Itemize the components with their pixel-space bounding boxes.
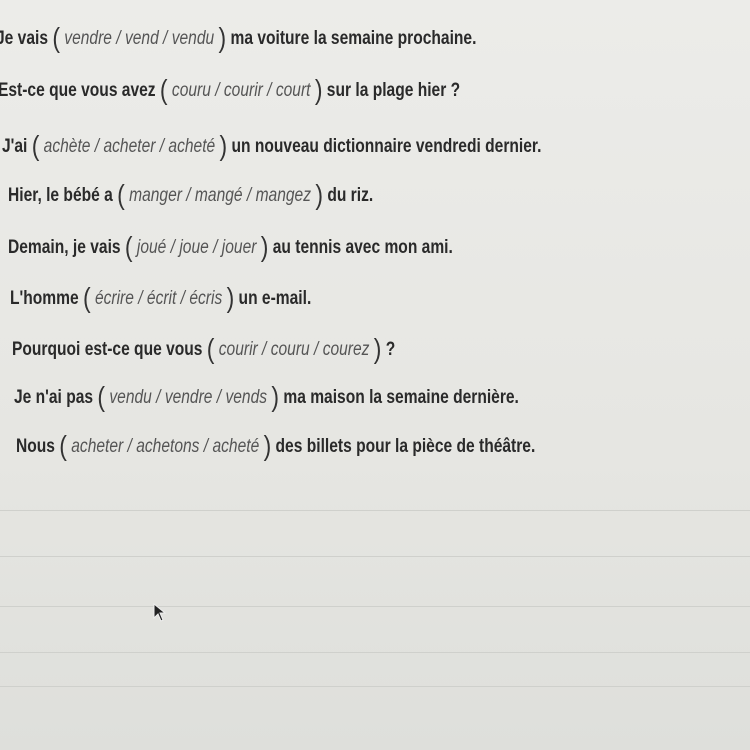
verb-option: jouer <box>221 237 257 258</box>
open-paren: ( <box>206 333 215 364</box>
sentence-9: Nous ( acheter / achetons / acheté ) des… <box>16 432 536 460</box>
verb-option: court <box>275 80 311 101</box>
open-paren: ( <box>82 282 91 313</box>
verb-option: mangez <box>255 185 312 206</box>
verb-option: achetons <box>136 436 200 457</box>
open-paren: ( <box>159 74 168 105</box>
sentence-1: Je vais ( vendre / vend / vendu ) ma voi… <box>0 24 477 52</box>
option-separator: / <box>199 436 213 457</box>
close-paren: ) <box>226 282 235 313</box>
sentence-prefix: Pourquoi est-ce que vous <box>12 339 203 360</box>
sentence-prefix: Est-ce que vous avez <box>0 80 156 101</box>
sentence-suffix: ? <box>385 339 396 360</box>
sentence-suffix: sur la plage hier ? <box>326 80 461 101</box>
sentence-8: Je n'ai pas ( vendu / vendre / vends ) m… <box>14 383 519 411</box>
verb-option: vendu <box>171 28 215 49</box>
sentence-prefix: Hier, le bébé a <box>8 185 113 206</box>
open-paren: ( <box>31 130 40 161</box>
verb-option: vendre <box>64 28 112 49</box>
option-separator: / <box>158 28 172 49</box>
sentence-suffix: des billets pour la pièce de théâtre. <box>275 436 536 457</box>
verb-option: vend <box>124 28 159 49</box>
option-separator: / <box>155 136 169 157</box>
option-separator: / <box>176 288 190 309</box>
sentence-2: Est-ce que vous avez ( couru / courir / … <box>0 76 461 104</box>
option-separator: / <box>166 237 180 258</box>
option-separator: / <box>212 387 226 408</box>
divider <box>0 606 750 607</box>
verb-option: courez <box>322 339 370 360</box>
open-paren: ( <box>52 22 60 53</box>
verb-option: courir <box>223 80 263 101</box>
verb-option: courir <box>218 339 258 360</box>
close-paren: ) <box>373 333 382 364</box>
sentence-4: Hier, le bébé a ( manger / mangé / mange… <box>8 181 374 209</box>
verb-option: vends <box>225 387 268 408</box>
open-paren: ( <box>124 231 133 262</box>
verb-option: acheter <box>71 436 124 457</box>
sentence-prefix: Je n'ai pas <box>14 387 94 408</box>
option-separator: / <box>111 28 125 49</box>
verb-option: vendu <box>109 387 152 408</box>
divider <box>0 686 750 687</box>
verb-option: acheté <box>168 136 216 157</box>
divider <box>0 510 750 511</box>
sentence-3: J'ai ( achète / acheter / acheté ) un no… <box>2 132 542 160</box>
sentence-prefix: Je vais <box>0 28 48 49</box>
close-paren: ) <box>219 130 228 161</box>
sentence-suffix: un nouveau dictionnaire vendredi dernier… <box>231 136 542 157</box>
verb-option: écrit <box>146 288 177 309</box>
close-paren: ) <box>271 381 280 412</box>
verb-option: écrire <box>94 288 134 309</box>
verb-option: acheter <box>103 136 156 157</box>
verb-option: joué <box>136 237 167 258</box>
close-paren: ) <box>315 179 323 210</box>
open-paren: ( <box>97 381 106 412</box>
option-separator: / <box>242 185 256 206</box>
sentence-prefix: Nous <box>16 436 55 457</box>
verb-option: couru <box>171 80 211 101</box>
open-paren: ( <box>117 179 125 210</box>
option-separator: / <box>181 185 195 206</box>
verb-option: joue <box>179 237 209 258</box>
divider <box>0 556 750 557</box>
open-paren: ( <box>59 430 67 461</box>
close-paren: ) <box>260 231 269 262</box>
sentence-6: L'homme ( écrire / écrit / écris ) un e-… <box>10 284 312 312</box>
sentence-suffix: ma maison la semaine dernière. <box>283 387 519 408</box>
option-separator: / <box>123 436 137 457</box>
verb-option: mangé <box>194 185 243 206</box>
sentence-prefix: L'homme <box>10 288 79 309</box>
option-separator: / <box>133 288 147 309</box>
sentence-suffix: un e-mail. <box>238 288 312 309</box>
verb-option: écris <box>189 288 223 309</box>
sentence-suffix: du riz. <box>327 185 374 206</box>
verb-option: couru <box>270 339 310 360</box>
option-separator: / <box>262 80 276 101</box>
sentence-5: Demain, je vais ( joué / joue / jouer ) … <box>8 233 453 261</box>
sentence-prefix: Demain, je vais <box>8 237 121 258</box>
sentence-prefix: J'ai <box>2 136 28 157</box>
close-paren: ) <box>218 22 227 53</box>
verb-option: vendre <box>164 387 213 408</box>
verb-option: manger <box>129 185 182 206</box>
mouse-pointer-icon <box>153 603 167 622</box>
option-separator: / <box>151 387 165 408</box>
sentence-suffix: au tennis avec mon ami. <box>272 237 453 258</box>
divider <box>0 652 750 653</box>
verb-option: acheté <box>212 436 260 457</box>
close-paren: ) <box>263 430 272 461</box>
option-separator: / <box>309 339 323 360</box>
option-separator: / <box>257 339 271 360</box>
sentence-7: Pourquoi est-ce que vous ( courir / cour… <box>12 335 396 363</box>
close-paren: ) <box>314 74 323 105</box>
sentence-suffix: ma voiture la semaine prochaine. <box>230 28 477 49</box>
option-separator: / <box>90 136 104 157</box>
verb-option: achète <box>43 136 91 157</box>
option-separator: / <box>210 80 224 101</box>
option-separator: / <box>208 237 222 258</box>
